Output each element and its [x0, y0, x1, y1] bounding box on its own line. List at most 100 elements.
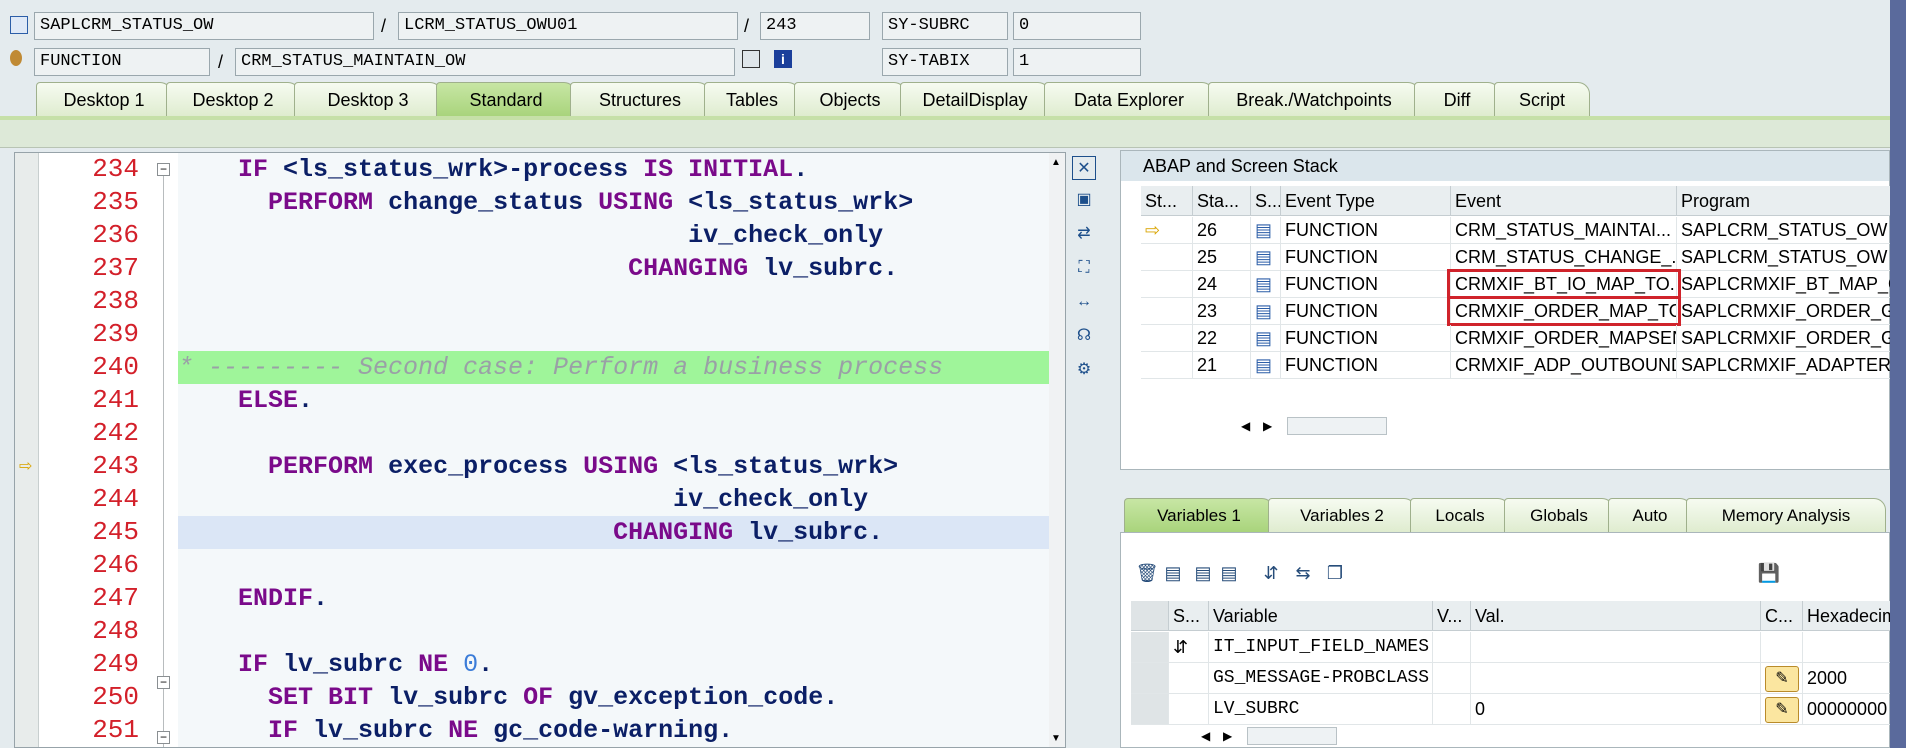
- expand-width-icon[interactable]: ↔: [1072, 290, 1096, 314]
- scroll-left-icon[interactable]: ◀: [1201, 729, 1210, 743]
- col-header-program[interactable]: Program: [1677, 186, 1901, 216]
- tab-diff[interactable]: Diff: [1414, 82, 1500, 116]
- tab-script[interactable]: Script: [1494, 82, 1590, 116]
- collapse-icon[interactable]: −: [157, 676, 170, 689]
- variable-row[interactable]: ⇵ IT_INPUT_FIELD_NAMES: [1131, 632, 1891, 665]
- code-line[interactable]: * --------- Second case: Perform a busin…: [178, 351, 1055, 384]
- tab-variables-2[interactable]: Variables 2: [1268, 498, 1416, 532]
- code-line[interactable]: IF <ls_status_wrk>-process IS INITIAL.: [178, 153, 1055, 186]
- variables-horizontal-scrollbar[interactable]: ◀ ▶: [1201, 725, 1341, 747]
- line-field[interactable]: 243: [760, 12, 870, 40]
- code-line[interactable]: [178, 417, 1055, 450]
- col-header-event[interactable]: Event: [1451, 186, 1677, 216]
- close-icon[interactable]: ✕: [1072, 156, 1096, 180]
- col-header-variable[interactable]: Variable: [1209, 601, 1433, 631]
- code-line[interactable]: ENDIF.: [178, 582, 1055, 615]
- code-line[interactable]: IF lv_subrc NE 0.: [178, 648, 1055, 681]
- transfer-icon[interactable]: ⇆: [1291, 561, 1315, 585]
- navigate-icon[interactable]: [742, 50, 760, 68]
- tab-data-explorer[interactable]: Data Explorer: [1044, 82, 1214, 116]
- maximize-icon[interactable]: ⛶: [1072, 256, 1096, 280]
- current-marker: [1141, 271, 1193, 298]
- program-field[interactable]: SAPLCRM_STATUS_OW: [34, 12, 374, 40]
- tab-desktop-3[interactable]: Desktop 3: [294, 82, 442, 116]
- edit-pencil-icon[interactable]: ✎: [1765, 666, 1799, 693]
- col-header-st[interactable]: St...: [1141, 186, 1193, 216]
- scroll-right-icon[interactable]: ▶: [1263, 419, 1272, 433]
- code-line[interactable]: [178, 549, 1055, 582]
- list-add-icon[interactable]: ▤: [1191, 561, 1215, 585]
- code-line[interactable]: ELSE.: [178, 384, 1055, 417]
- tab-structures[interactable]: Structures: [570, 82, 710, 116]
- tab-standard[interactable]: Standard: [436, 82, 576, 116]
- include-field[interactable]: LCRM_STATUS_OWU01: [398, 12, 738, 40]
- tab-locals[interactable]: Locals: [1410, 498, 1510, 532]
- scroll-thumb[interactable]: [1286, 416, 1387, 435]
- tab-breakpoints[interactable]: Break./Watchpoints: [1208, 82, 1420, 116]
- stack-row[interactable]: 21 ▤ FUNCTION CRMXIF_ADP_OUTBOUND SAPLCRMXIF…: [1141, 352, 1901, 385]
- editor-vertical-scrollbar[interactable]: ▲ ▼: [1049, 153, 1065, 747]
- code-editor[interactable]: ⇨ 234 235 236 237 238 239 240 241 242 243 244 245 24…: [14, 152, 1066, 748]
- variable-row[interactable]: LV_SUBRC 0 ✎ 00000000: [1131, 694, 1891, 727]
- stack-horizontal-scrollbar[interactable]: ◀ ▶: [1241, 415, 1391, 437]
- collapse-icon[interactable]: −: [157, 163, 170, 176]
- scroll-up-icon[interactable]: ▲: [1051, 157, 1061, 168]
- scroll-thumb[interactable]: [1246, 726, 1337, 745]
- col-header-c[interactable]: C...: [1761, 601, 1803, 631]
- col-header-s[interactable]: [1131, 601, 1169, 631]
- save-icon[interactable]: 💾: [1757, 561, 1781, 585]
- services-icon[interactable]: ☊: [1072, 324, 1096, 348]
- code-line[interactable]: IF lv_subrc NE gc_code-warning.: [178, 714, 1055, 747]
- row-selector[interactable]: [1131, 694, 1169, 725]
- code-line[interactable]: SET BIT lv_subrc OF gv_exception_code.: [178, 681, 1055, 714]
- code-line[interactable]: CHANGING lv_subrc.: [178, 252, 1055, 285]
- list-icon[interactable]: ▤: [1161, 561, 1185, 585]
- code-line[interactable]: [178, 615, 1055, 648]
- delete-icon[interactable]: 🗑: [1135, 561, 1159, 585]
- tab-desktop-1[interactable]: Desktop 1: [36, 82, 172, 116]
- swap-tool-icon[interactable]: ⇄: [1072, 222, 1096, 246]
- tab-memory-analysis[interactable]: Memory Analysis: [1686, 498, 1886, 532]
- col-header-stack-level[interactable]: Sta...: [1193, 186, 1251, 216]
- row-selector[interactable]: [1131, 663, 1169, 694]
- sort-icon[interactable]: ⇵: [1259, 561, 1283, 585]
- row-selector[interactable]: [1131, 632, 1169, 663]
- settings-icon[interactable]: ⚙: [1072, 358, 1096, 382]
- col-header-status[interactable]: S...: [1169, 601, 1209, 631]
- scroll-left-icon[interactable]: ◀: [1241, 419, 1250, 433]
- tab-desktop-2[interactable]: Desktop 2: [166, 82, 300, 116]
- col-header-s[interactable]: S...: [1251, 186, 1281, 216]
- scroll-right-icon[interactable]: ▶: [1223, 729, 1232, 743]
- code-line[interactable]: iv_check_only: [178, 483, 1055, 516]
- edit-pencil-icon[interactable]: ✎: [1765, 697, 1799, 724]
- code-line[interactable]: PERFORM change_status USING <ls_status_w…: [178, 186, 1055, 219]
- code-line[interactable]: PERFORM exec_process USING <ls_status_wr…: [178, 450, 1055, 483]
- tab-detaildisplay[interactable]: DetailDisplay: [900, 82, 1050, 116]
- tab-auto[interactable]: Auto: [1608, 498, 1692, 532]
- sy-tabix-value[interactable]: 1: [1013, 48, 1141, 76]
- col-header-value[interactable]: Val.: [1471, 601, 1761, 631]
- new-tool-icon[interactable]: ▣: [1072, 188, 1096, 212]
- variable-row[interactable]: GS_MESSAGE-PROBCLASS ✎ 2000: [1131, 663, 1891, 696]
- tab-globals[interactable]: Globals: [1504, 498, 1614, 532]
- tab-objects[interactable]: Objects: [794, 82, 906, 116]
- col-header-v[interactable]: V...: [1433, 601, 1471, 631]
- code-line[interactable]: [178, 285, 1055, 318]
- tab-variables-1[interactable]: Variables 1: [1124, 498, 1274, 532]
- list-remove-icon[interactable]: ▤: [1217, 561, 1241, 585]
- code-line[interactable]: iv_check_only: [178, 219, 1055, 252]
- info-icon[interactable]: i: [774, 50, 792, 68]
- scroll-down-icon[interactable]: ▼: [1051, 733, 1061, 744]
- sy-subrc-value[interactable]: 0: [1013, 12, 1141, 40]
- code-line[interactable]: [178, 318, 1055, 351]
- breakpoint-gutter[interactable]: ⇨: [15, 153, 39, 747]
- code-text-area[interactable]: IF <ls_status_wrk>-process IS INITIAL. P…: [178, 153, 1055, 747]
- copy-icon[interactable]: ❐: [1323, 561, 1347, 585]
- collapse-icon[interactable]: −: [157, 731, 170, 744]
- name-field[interactable]: CRM_STATUS_MAINTAIN_OW: [235, 48, 735, 76]
- type-field[interactable]: FUNCTION: [34, 48, 210, 76]
- tab-tables[interactable]: Tables: [704, 82, 800, 116]
- col-header-event-type[interactable]: Event Type: [1281, 186, 1451, 216]
- code-line[interactable]: CHANGING lv_subrc.: [178, 516, 1055, 549]
- col-header-hexadecimal[interactable]: Hexadecima: [1803, 601, 1891, 631]
